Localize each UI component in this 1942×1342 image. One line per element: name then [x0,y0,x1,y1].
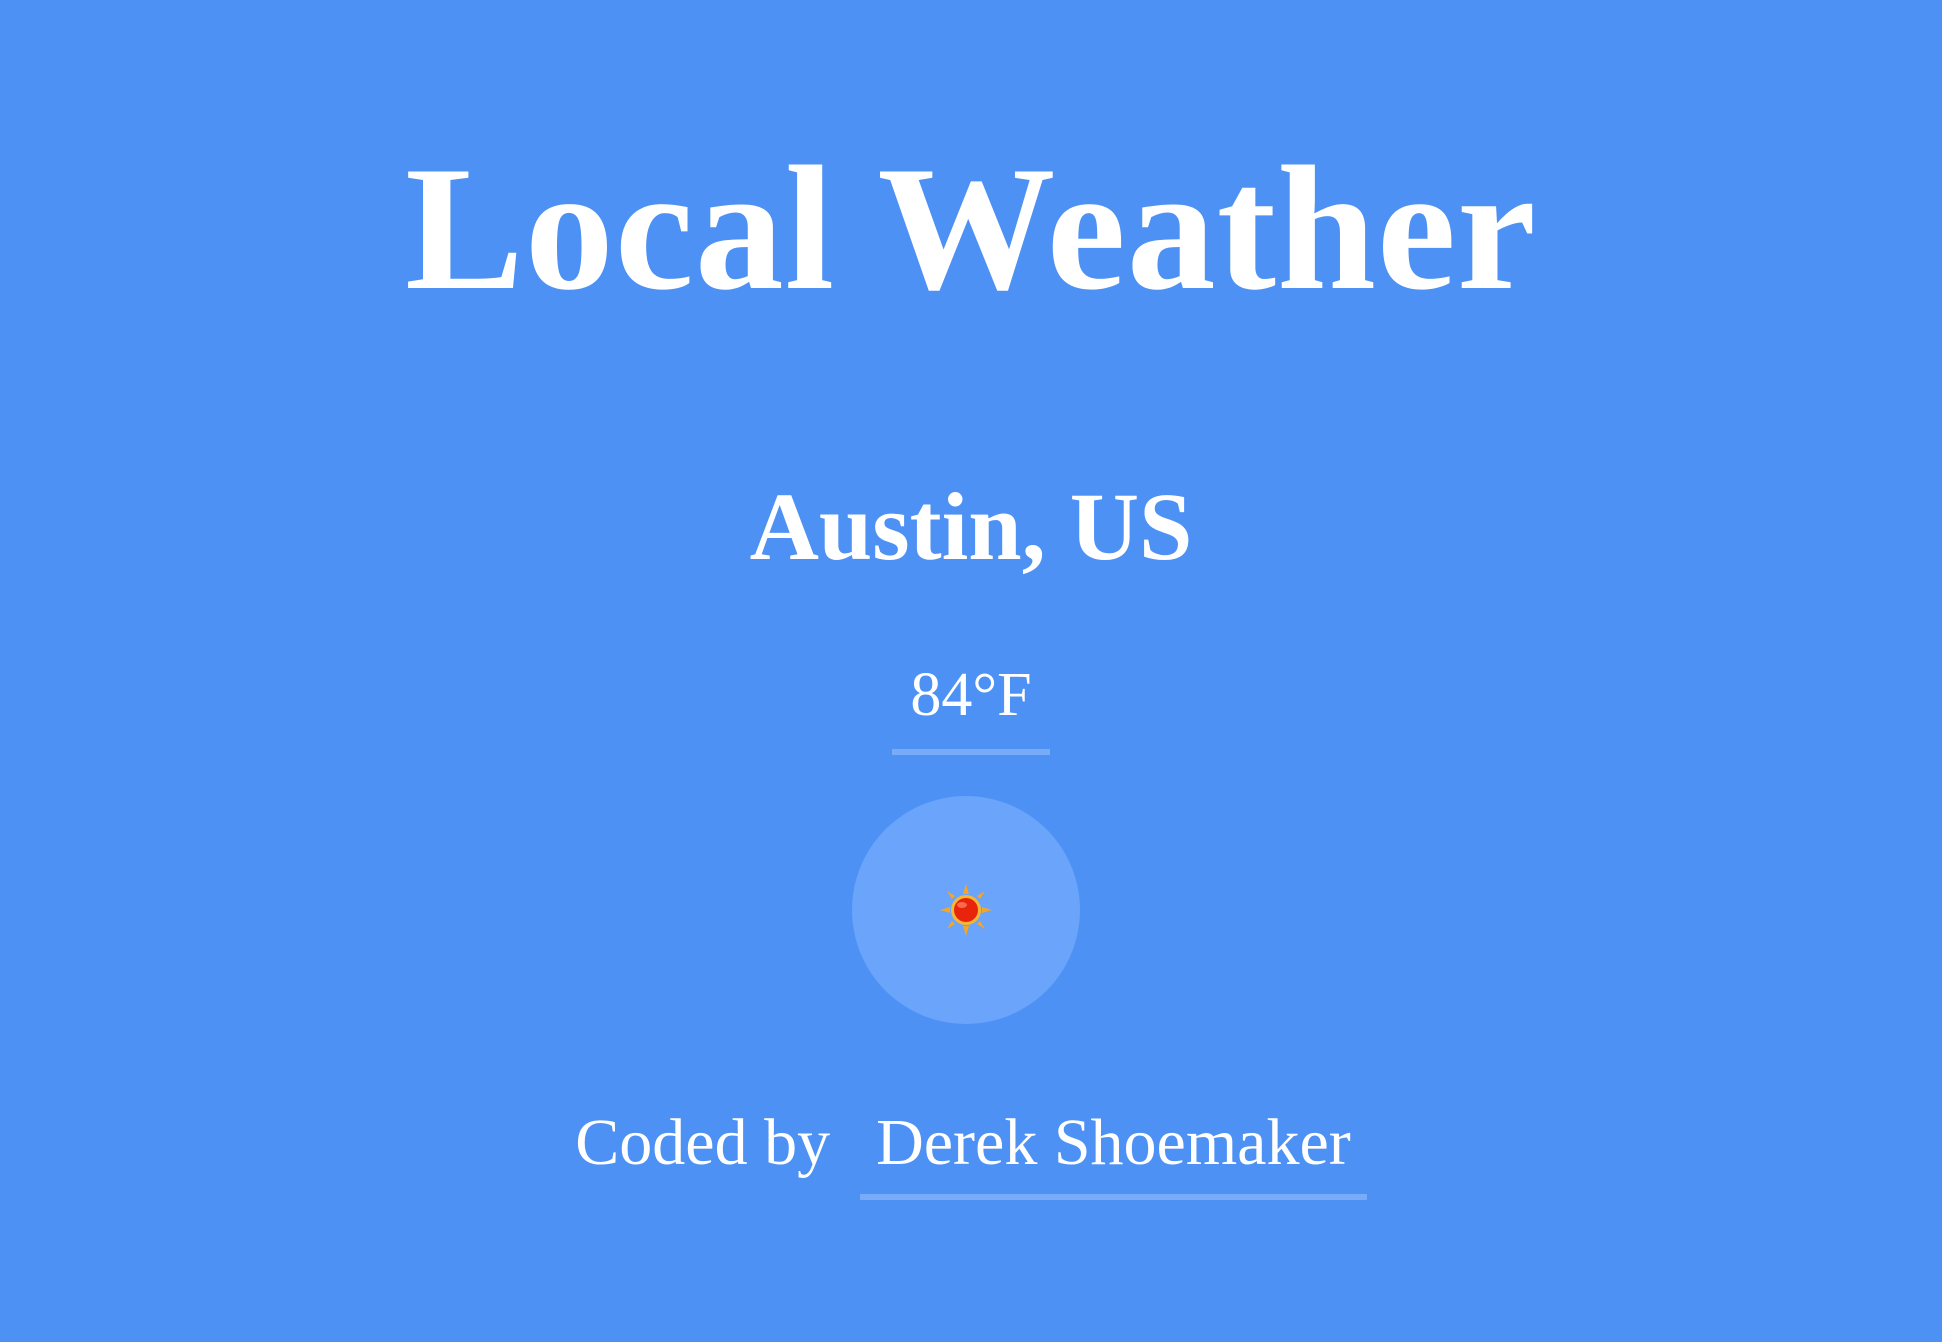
weather-icon-circle [852,796,1080,1024]
sun-icon [940,884,992,936]
author-link[interactable]: Derek Shoemaker [860,1098,1367,1200]
footer-credit: Coded by Derek Shoemaker [0,1098,1942,1200]
page-title: Local Weather [405,129,1537,327]
credit-label: Coded by [575,1106,831,1179]
temperature-toggle[interactable]: 84°F [892,655,1050,755]
location-label: Austin, US [749,473,1193,580]
weather-page: Local Weather Austin, US 84°F Coded by De… [0,0,1942,1342]
temperature-container: 84°F [0,655,1942,755]
